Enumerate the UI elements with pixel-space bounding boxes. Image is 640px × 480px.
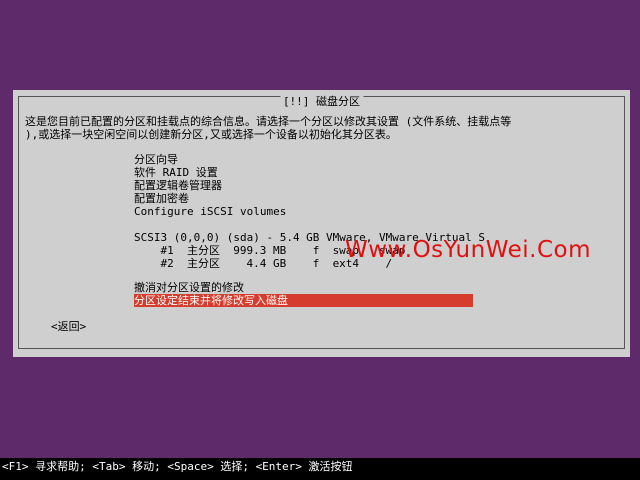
help-footer: <F1> 寻求帮助; <Tab> 移动; <Space> 选择; <Enter>… <box>0 458 640 480</box>
finish-partitioning-item[interactable]: 分区设定结束并将修改写入磁盘 <box>134 294 473 307</box>
description-line-1: 这是您目前已配置的分区和挂载点的综合信息。请选择一个分区以修改其设置 (文件系统… <box>25 115 512 128</box>
partition-dialog: [!!] 磁盘分区 这是您目前已配置的分区和挂载点的综合信息。请选择一个分区以修… <box>13 90 630 357</box>
menu-item-raid[interactable]: 软件 RAID 设置 <box>134 166 218 179</box>
menu-item-encrypted[interactable]: 配置加密卷 <box>134 192 189 205</box>
menu-item-iscsi[interactable]: Configure iSCSI volumes <box>134 205 286 218</box>
dialog-title: [!!] 磁盘分区 <box>279 95 364 108</box>
watermark-text: Www.OsYunWei.Com <box>345 237 591 263</box>
menu-item-lvm[interactable]: 配置逻辑卷管理器 <box>134 179 222 192</box>
description-line-2: ),或选择一块空闲空间以创建新分区,又或选择一个设备以初始化其分区表。 <box>25 128 397 141</box>
back-button[interactable]: <返回> <box>51 320 86 333</box>
menu-item-partition-wizard[interactable]: 分区向导 <box>134 153 178 166</box>
undo-changes-item[interactable]: 撤消对分区设置的修改 <box>134 281 244 294</box>
